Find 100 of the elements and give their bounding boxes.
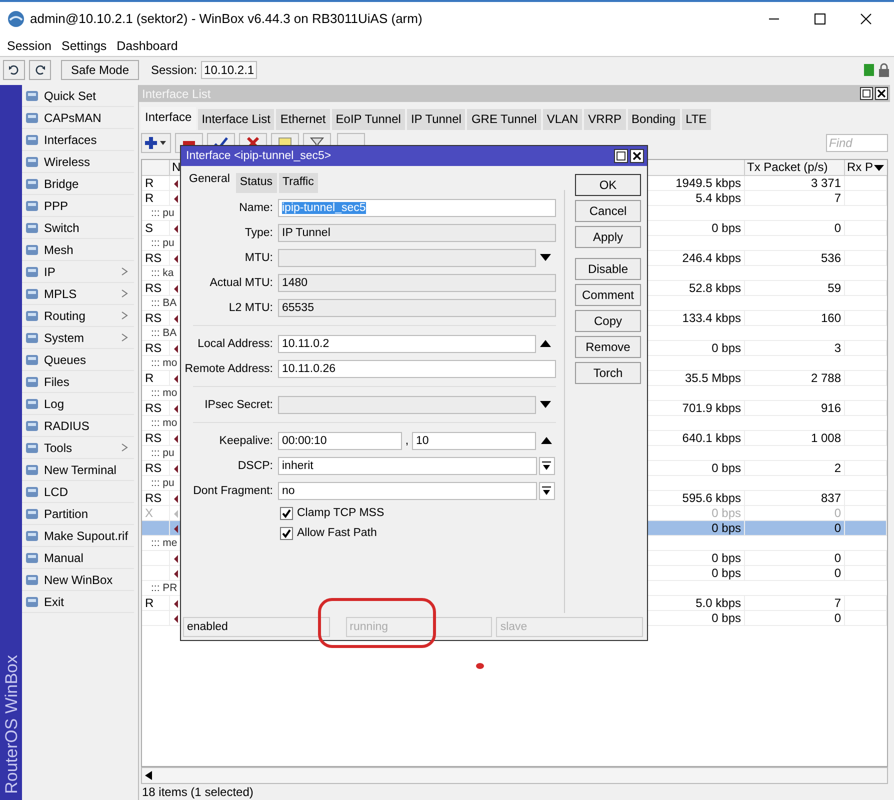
dropdown-button[interactable] [538,456,555,474]
status-field: enabled [183,617,330,637]
dropdown-arrow-icon[interactable] [540,254,552,261]
tab[interactable]: GRE Tunnel [467,109,541,130]
menu-item[interactable]: Session [2,38,56,52]
sidebar-item[interactable]: IP [22,261,134,283]
sidebar-item[interactable]: PPP [22,195,134,217]
undo-button[interactable] [3,60,25,80]
field-label: Name: [238,202,274,214]
dialog-button[interactable]: OK [574,174,641,196]
tab[interactable]: Traffic [278,173,318,193]
collapse-arrow-icon[interactable] [540,437,552,444]
sidebar-item[interactable]: LCD [22,481,134,503]
dialog-button[interactable]: Copy [574,310,641,332]
table-cell: 0 [745,551,845,566]
tab[interactable]: VLAN [542,109,582,130]
dialog-button[interactable]: Disable [574,258,641,280]
maximize-icon[interactable] [814,12,826,24]
maximize-icon[interactable] [614,149,628,163]
dialog-button[interactable]: Apply [574,226,641,248]
comment-text: ::: mo [151,387,178,399]
tab[interactable]: Ethernet [276,109,330,130]
close-icon[interactable] [630,149,644,163]
tab[interactable]: VRRP [584,109,626,130]
sidebar-item[interactable]: Tools [22,437,134,459]
comment-text: ::: BA [151,297,177,309]
add-button[interactable] [141,133,171,153]
dialog-button[interactable]: Torch [574,362,641,384]
sidebar-item[interactable]: CAPsMAN [22,107,134,129]
column-header[interactable]: Tx Packet (p/s) [745,160,845,175]
dropdown-arrow-icon[interactable] [540,401,552,408]
field-label: L2 MTU: [228,302,274,314]
checkbox[interactable] [280,526,293,540]
sidebar-item[interactable]: Make Supout.rif [22,525,134,547]
menu-item[interactable]: Dashboard [112,38,183,52]
tab[interactable]: LTE [682,109,711,130]
dropdown-button[interactable] [538,482,555,500]
sidebar-item[interactable]: Files [22,371,134,393]
flags-cell: R [142,371,170,386]
input-field[interactable]: 10.11.0.2 [278,334,536,352]
table-cell: 160 [745,311,845,326]
sidebar-item[interactable]: RADIUS [22,415,134,437]
sidebar-item[interactable]: System [22,327,134,349]
input-field[interactable]: inherit [278,456,537,474]
status-field: running [346,617,492,637]
tab[interactable]: Status [236,173,277,193]
sidebar-item[interactable]: Log [22,393,134,415]
input-field[interactable] [278,248,536,266]
input-field[interactable]: 00:00:10 [278,432,402,450]
tab[interactable]: Interface List [198,109,274,130]
sidebar-item[interactable]: New WinBox [22,569,134,591]
sidebar-item[interactable]: Interfaces [22,129,134,151]
dialog-button[interactable]: Remove [574,336,641,358]
sidebar-item[interactable]: Switch [22,217,134,239]
sidebar-item[interactable]: MPLS [22,283,134,305]
close-icon[interactable] [860,12,872,24]
input-field[interactable] [278,396,536,414]
session-field: 10.10.2.1 [201,60,258,78]
input-field[interactable]: 10 [412,432,536,450]
sidebar-item[interactable]: Exit [22,591,134,613]
sidebar-item[interactable]: Bridge [22,173,134,195]
redo-button[interactable] [29,60,51,80]
close-icon[interactable] [875,87,888,100]
checkbox[interactable] [280,506,293,520]
menu-item[interactable]: Settings [56,38,112,52]
sidebar-item[interactable]: Queues [22,349,134,371]
sidebar-item[interactable]: Manual [22,547,134,569]
flags-cell: RS [142,311,170,326]
comment-text: ::: mo [151,417,178,429]
collapse-arrow-icon[interactable] [540,340,552,347]
table-cell: 59 [745,281,845,296]
tab[interactable]: EoIP Tunnel [332,109,405,130]
tab[interactable]: Bonding [628,109,680,130]
sidebar-item[interactable]: Quick Set [22,85,134,107]
sidebar-item[interactable]: Routing [22,305,134,327]
input-field[interactable]: 65535 [278,298,556,316]
plus-icon [145,136,167,150]
dialog-button[interactable]: Comment [574,284,641,306]
tab[interactable]: Interface [141,107,196,130]
scroll-left-icon[interactable] [145,771,153,780]
sidebar-item[interactable]: Mesh [22,239,134,261]
horizontal-scrollbar[interactable] [141,767,888,784]
sidebar-item[interactable]: Partition [22,503,134,525]
sidebar-item[interactable]: Wireless [22,151,134,173]
column-header[interactable]: Rx P [845,160,887,175]
find-field[interactable]: Find [826,134,888,152]
table-cell: 2 788 [745,371,845,386]
dropdown-arrow-icon[interactable] [874,164,884,170]
field-label: MTU: [244,252,274,264]
input-field[interactable]: 1480 [278,274,556,292]
input-field[interactable]: 10.11.0.26 [278,360,556,378]
safe-mode-button[interactable]: Safe Mode [61,60,139,80]
dialog-button[interactable]: Cancel [574,200,641,222]
checkbox-label: Clamp TCP MSS [297,507,384,519]
input-field[interactable]: no [278,482,537,500]
table-cell: 0 [745,611,845,626]
input-field[interactable]: IP Tunnel [278,224,556,242]
tab[interactable]: IP Tunnel [406,109,466,130]
restore-icon[interactable] [860,87,873,100]
sidebar-item[interactable]: New Terminal [22,459,134,481]
